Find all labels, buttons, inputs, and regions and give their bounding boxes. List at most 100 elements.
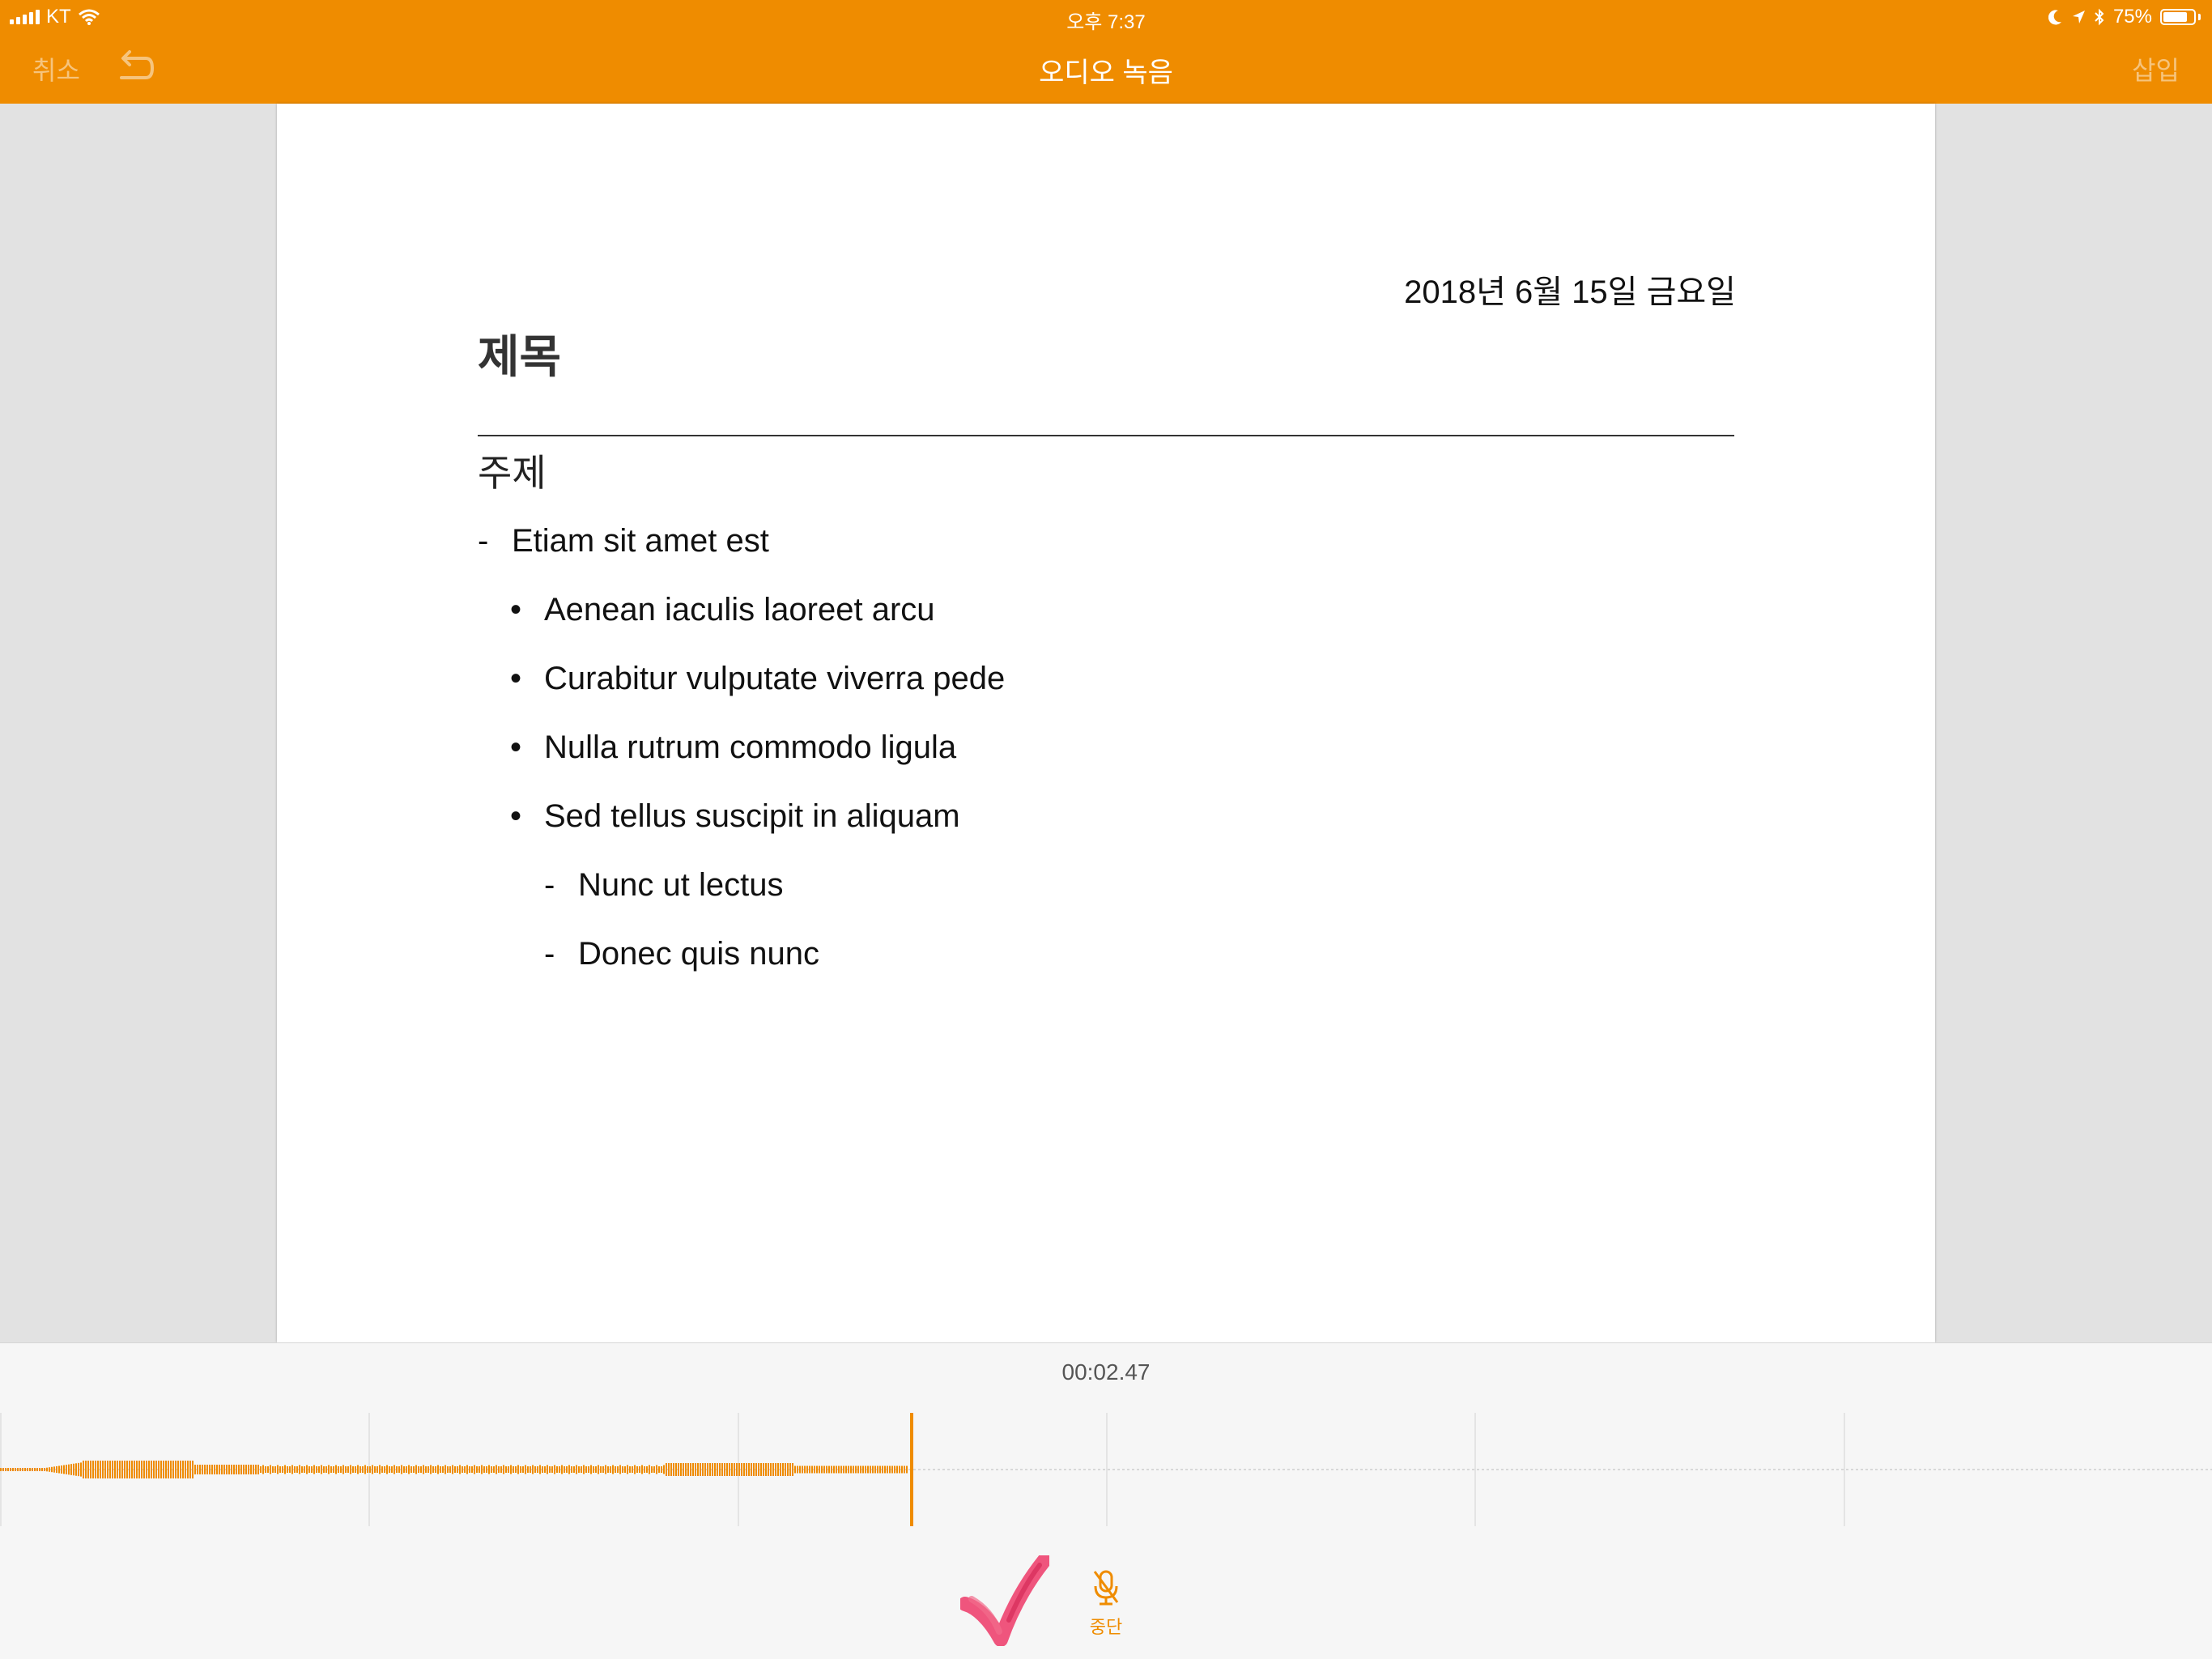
- waveform-bar: [719, 1463, 721, 1476]
- waveform-bar: [753, 1463, 755, 1476]
- waveform-bar: [748, 1463, 750, 1476]
- waveform-bar: [826, 1465, 827, 1474]
- waveform-bar: [432, 1466, 434, 1473]
- waveform-bar: [855, 1465, 857, 1474]
- waveform-bar: [350, 1465, 351, 1474]
- waveform-bar: [508, 1466, 509, 1473]
- waveform-bar: [449, 1466, 451, 1473]
- waveform-bar: [117, 1461, 118, 1478]
- waveform-bar: [687, 1463, 689, 1476]
- waveform-bar: [838, 1465, 840, 1474]
- waveform-bar: [418, 1466, 419, 1473]
- waveform-bar: [248, 1465, 249, 1474]
- waveform[interactable]: [0, 1413, 2212, 1526]
- waveform-bar: [522, 1466, 524, 1473]
- location-icon: [2072, 11, 2085, 23]
- waveform-bar: [362, 1466, 364, 1473]
- waveform-bar: [777, 1463, 779, 1476]
- waveform-bar: [819, 1465, 820, 1474]
- waveform-bar: [27, 1468, 28, 1471]
- document-date: 2018년 6월 15일 금요일: [1404, 274, 1736, 310]
- waveform-bar: [457, 1466, 458, 1473]
- waveform-bar: [573, 1466, 575, 1473]
- waveform-bar: [56, 1465, 57, 1474]
- stop-button[interactable]: 중단: [1077, 1568, 1135, 1649]
- waveform-bar: [228, 1465, 230, 1474]
- list-item-text: Donec quis nunc: [578, 936, 819, 972]
- waveform-bar: [726, 1463, 728, 1476]
- waveform-bar: [274, 1466, 276, 1473]
- waveform-bar: [602, 1466, 604, 1473]
- waveform-bar: [656, 1465, 657, 1474]
- waveform-bar: [797, 1465, 798, 1474]
- insert-button[interactable]: 삽입: [2132, 50, 2180, 87]
- waveform-bar: [384, 1466, 385, 1473]
- waveform-bar: [479, 1466, 480, 1473]
- waveform-bar: [32, 1468, 33, 1471]
- waveform-bar: [663, 1465, 665, 1474]
- waveform-bar: [624, 1466, 626, 1473]
- waveform-bar: [634, 1465, 636, 1474]
- waveform-bar: [85, 1461, 87, 1478]
- waveform-bar: [814, 1465, 815, 1474]
- waveform-bar: [177, 1461, 179, 1478]
- waveform-bar: [554, 1465, 555, 1474]
- waveform-bar: [267, 1466, 269, 1473]
- document-page: 2018년 6월 15일 금요일 제목 주제 - Etiam sit amet …: [277, 104, 1935, 1342]
- waveform-bar: [223, 1465, 225, 1474]
- waveform-bar: [600, 1466, 602, 1473]
- waveform-bar: [760, 1463, 762, 1476]
- waveform-bar: [204, 1465, 206, 1474]
- waveform-bar: [615, 1466, 616, 1473]
- waveform-bar: [639, 1466, 640, 1473]
- waveform-bar: [823, 1465, 825, 1474]
- waveform-bar: [68, 1464, 70, 1475]
- waveform-bar: [646, 1466, 648, 1473]
- waveform-bar: [299, 1465, 300, 1474]
- waveform-bar: [736, 1463, 738, 1476]
- waveform-bar: [860, 1465, 861, 1474]
- battery-icon: [2160, 9, 2196, 25]
- waveform-bar: [245, 1465, 247, 1474]
- waveform-bar: [413, 1466, 415, 1473]
- waveform-bar: [119, 1461, 121, 1478]
- list-item: - Nunc ut lectus: [544, 867, 783, 904]
- waveform-bar: [367, 1466, 368, 1473]
- waveform-bar: [697, 1463, 699, 1476]
- waveform-bar: [124, 1461, 125, 1478]
- moon-icon: [2048, 10, 2061, 25]
- waveform-bar: [277, 1465, 279, 1474]
- recording-time: 00:02.47: [1061, 1359, 1151, 1385]
- waveform-bar: [867, 1465, 869, 1474]
- waveform-bar: [653, 1466, 655, 1473]
- document-subject: 주제: [478, 452, 547, 494]
- waveform-bar: [738, 1463, 740, 1476]
- waveform-bar: [661, 1466, 662, 1473]
- waveform-bar: [134, 1461, 135, 1478]
- list-item-text: Nulla rutrum commodo ligula: [544, 730, 957, 765]
- waveform-bar: [549, 1466, 551, 1473]
- waveform-bar: [717, 1463, 718, 1476]
- waveform-bar: [386, 1465, 388, 1474]
- dash-marker: -: [544, 867, 555, 903]
- waveform-bar: [658, 1466, 660, 1473]
- waveform-bar: [588, 1466, 589, 1473]
- waveform-bar: [197, 1465, 198, 1474]
- waveform-bar: [291, 1465, 293, 1474]
- waveform-bar: [138, 1461, 140, 1478]
- waveform-bar: [651, 1466, 653, 1473]
- waveform-bar: [333, 1466, 334, 1473]
- status-right: 75%: [2048, 6, 2201, 28]
- waveform-bar: [308, 1466, 310, 1473]
- waveform-bar: [476, 1466, 478, 1473]
- bluetooth-icon: [2095, 8, 2104, 26]
- waveform-bar: [770, 1463, 772, 1476]
- waveform-bar: [894, 1465, 895, 1474]
- waveform-bar: [789, 1463, 791, 1476]
- mic-off-icon: [1093, 1570, 1119, 1606]
- waveform-bar: [238, 1465, 240, 1474]
- waveform-bar: [257, 1465, 259, 1474]
- waveform-bar: [802, 1465, 803, 1474]
- waveform-bar: [146, 1461, 147, 1478]
- waveform-bar: [503, 1465, 504, 1474]
